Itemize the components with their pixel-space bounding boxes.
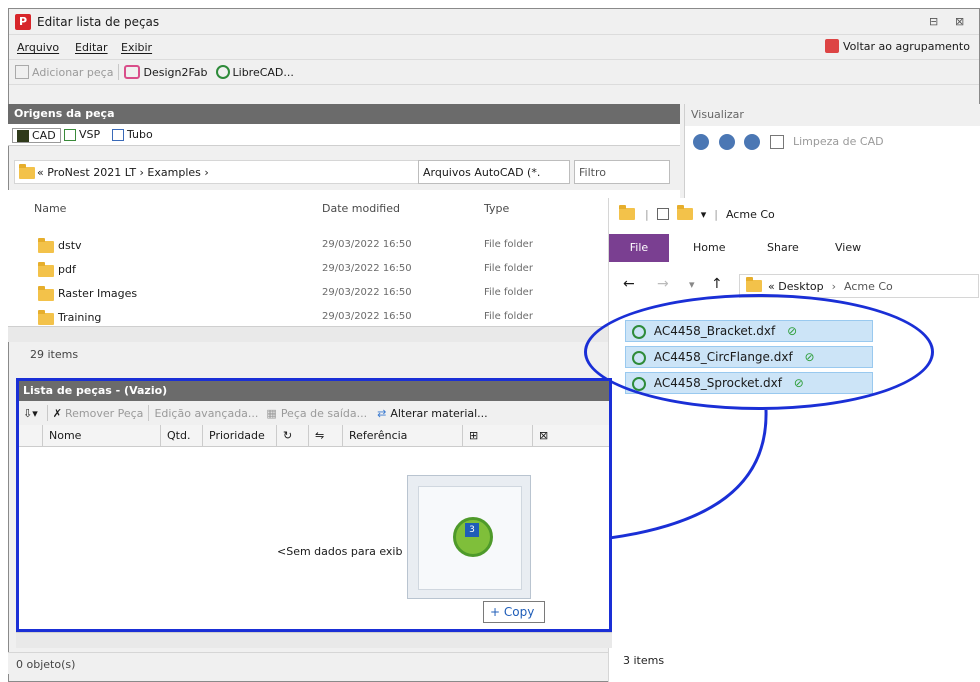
col-referencia[interactable]: Referência [343,425,463,447]
lista-columns: Nome Qtd. Prioridade ↻ ⇋ Referência ⊞ ⊠ [19,425,609,447]
horizontal-scrollbar[interactable] [16,632,612,648]
col-nome[interactable]: Nome [43,425,161,447]
output-part-button[interactable]: Peça de saída... [281,407,367,420]
col-rotate-icon[interactable]: ↻ [277,425,309,447]
toolbar-separator [148,405,150,421]
drag-count-badge: 3 [465,523,479,537]
change-material-button[interactable]: Alterar material... [390,407,487,420]
col-selector[interactable] [19,425,43,447]
advanced-edit-button[interactable]: Edição avançada... [154,407,258,420]
toolbar-separator [46,405,48,421]
lista-pecas-panel: Lista de peças - (Vazio) ⇩▾ ✗ Remover Pe… [16,378,612,632]
lista-toolbar: ⇩▾ ✗ Remover Peça Edição avançada... ▦ P… [19,401,609,425]
col-qtd[interactable]: Qtd. [161,425,203,447]
col-mirror-icon[interactable]: ⇋ [309,425,343,447]
output-part-icon: ▦ [266,406,277,420]
dropdown-icon[interactable]: ⇩▾ [23,407,38,420]
remove-part-button[interactable]: Remover Peça [65,407,143,420]
empty-message: <Sem dados para exib [277,545,403,558]
col-prioridade[interactable]: Prioridade [203,425,277,447]
col-grain-icon[interactable]: ⊞ [463,425,533,447]
lista-header: Lista de peças - (Vazio) [19,381,609,401]
drag-preview: 3 [407,475,531,599]
material-icon: ⇄ [377,406,387,420]
status-bar: 0 objeto(s) [8,652,608,674]
remove-icon: ✗ [52,406,62,420]
col-nest-icon[interactable]: ⊠ [533,425,609,447]
drag-preview-inner: 3 [418,486,522,590]
copy-tooltip: + Copy [483,601,545,623]
